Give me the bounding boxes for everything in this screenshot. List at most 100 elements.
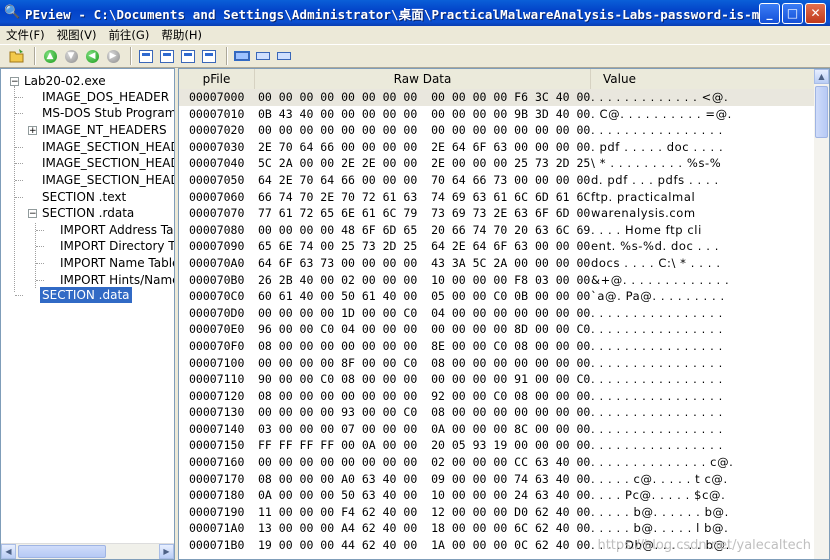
table-row[interactable]: 000070F0 08 00 00 00 00 00 00 00 8E 00 00… <box>179 338 815 355</box>
table-row[interactable]: 00007180 0A 00 00 00 50 63 40 00 10 00 00… <box>179 487 815 504</box>
table-row[interactable]: 00007070 77 61 72 65 6E 61 6C 79 73 69 73… <box>179 205 815 222</box>
scroll-thumb[interactable] <box>815 86 828 138</box>
tree-item-dos-stub[interactable]: MS-DOS Stub Program <box>42 105 174 121</box>
row-value: ftp. practicalmal <box>591 189 696 204</box>
table-row[interactable]: 00007190 11 00 00 00 F4 62 40 00 12 00 00… <box>179 504 815 521</box>
table-row[interactable]: 000070E0 96 00 00 C0 04 00 00 00 00 00 00… <box>179 321 815 338</box>
scroll-right-icon[interactable]: ▶ <box>159 544 174 559</box>
table-row[interactable]: 000071A0 13 00 00 00 A4 62 40 00 18 00 00… <box>179 520 815 537</box>
tree-item-import-hints-names[interactable]: IMPORT Hints/Names & DLL Names <box>60 272 174 288</box>
scroll-thumb[interactable] <box>18 545 106 558</box>
row-raw-data: 66 74 70 2E 70 72 61 63 74 69 63 61 6C 6… <box>258 189 591 204</box>
row-value: . . . . . . . . . . . . . . . . <box>591 388 723 403</box>
tree-item-root[interactable]: Lab20-02.exe <box>24 73 106 89</box>
row-address: 00007180 <box>189 488 245 503</box>
collapse-icon[interactable]: − <box>10 77 19 87</box>
tree-item-import-address-table[interactable]: IMPORT Address Table <box>60 222 174 238</box>
tree-guide-line <box>15 163 23 164</box>
maximize-button[interactable]: □ <box>782 2 803 24</box>
scroll-left-icon[interactable]: ◀ <box>1 544 16 559</box>
table-row[interactable]: 00007120 08 00 00 00 00 00 00 00 92 00 00… <box>179 388 815 405</box>
green-arrow-forward-icon[interactable]: ◀ <box>83 47 101 65</box>
table-row[interactable]: 000070C0 60 61 40 00 50 61 40 00 05 00 00… <box>179 288 815 305</box>
menu-view[interactable]: 视图(V) <box>51 27 103 43</box>
tree-item-nt-headers[interactable]: IMAGE_NT_HEADERS <box>42 122 167 138</box>
export-icon[interactable] <box>200 47 218 65</box>
view-dwords-icon[interactable] <box>275 47 293 65</box>
tree-guide-line <box>36 263 44 264</box>
row-value: . . . . . . . . . . . . . . . . <box>591 123 723 138</box>
structure-tree[interactable]: − Lab20-02.exe IMAGE_DOS_HEADER MS-DOS S… <box>0 68 175 560</box>
row-address: 000070D0 <box>189 305 245 320</box>
gray-arrow-forward-icon[interactable]: ▶ <box>104 47 122 65</box>
green-arrow-back-icon[interactable]: ▲ <box>41 47 59 65</box>
tree-item-dos-header[interactable]: IMAGE_DOS_HEADER <box>42 89 169 105</box>
save-icon[interactable] <box>137 47 155 65</box>
open-folder-icon[interactable] <box>8 47 26 65</box>
table-row[interactable]: 00007030 2E 70 64 66 00 00 00 00 2E 64 6F… <box>179 139 815 156</box>
table-row[interactable]: 00007020 00 00 00 00 00 00 00 00 00 00 00… <box>179 122 815 139</box>
table-row[interactable]: 00007170 08 00 00 00 A0 63 40 00 09 00 00… <box>179 471 815 488</box>
table-row[interactable]: 00007040 5C 2A 00 00 2E 2E 00 00 2E 00 00… <box>179 155 815 172</box>
row-raw-data: 13 00 00 00 A4 62 40 00 18 00 00 00 6C 6… <box>258 521 591 536</box>
close-button[interactable]: ✕ <box>805 2 826 24</box>
scroll-up-icon[interactable]: ▲ <box>814 69 829 84</box>
row-address: 00007030 <box>189 139 245 154</box>
tree-guide-line <box>15 295 23 296</box>
column-header-value[interactable]: Value <box>591 69 815 89</box>
row-address: 000070B0 <box>189 272 245 287</box>
column-header-pfile[interactable]: pFile <box>179 69 255 89</box>
table-row[interactable]: 00007150 FF FF FF FF 00 0A 00 00 20 05 93… <box>179 437 815 454</box>
row-raw-data: 03 00 00 00 07 00 00 00 0A 00 00 00 8C 0… <box>258 421 591 436</box>
collapse-icon[interactable]: − <box>28 209 37 219</box>
table-row[interactable]: 000070A0 64 6F 63 73 00 00 00 00 43 3A 5C… <box>179 255 815 272</box>
tree-item-section-header-text[interactable]: IMAGE_SECTION_HEADER .text <box>42 139 174 155</box>
table-row[interactable]: 00007060 66 74 70 2E 70 72 61 63 74 69 63… <box>179 189 815 206</box>
view-bytes-icon[interactable] <box>233 47 251 65</box>
import-icon[interactable] <box>179 47 197 65</box>
table-row[interactable]: 00007050 64 2E 70 64 66 00 00 00 70 64 66… <box>179 172 815 189</box>
tree-item-section-header-rdata[interactable]: IMAGE_SECTION_HEADER .rdata <box>42 155 174 171</box>
row-address: 00007160 <box>189 455 245 470</box>
tree-horizontal-scrollbar[interactable]: ◀ ▶ <box>1 543 174 559</box>
row-address: 000071A0 <box>189 521 245 536</box>
row-address: 00007110 <box>189 372 245 387</box>
table-row[interactable]: 00007090 65 6E 74 00 25 73 2D 25 64 2E 64… <box>179 238 815 255</box>
menu-go[interactable]: 前往(G) <box>102 27 155 43</box>
tree-item-section-data[interactable]: SECTION .data <box>40 287 132 303</box>
table-row[interactable]: 000070B0 26 2B 40 00 02 00 00 00 10 00 00… <box>179 272 815 289</box>
table-row[interactable]: 00007130 00 00 00 00 93 00 00 C0 08 00 00… <box>179 404 815 421</box>
table-row[interactable]: 00007140 03 00 00 00 07 00 00 00 0A 00 00… <box>179 421 815 438</box>
toolbar-separator <box>130 47 132 65</box>
menu-file[interactable]: 文件(F) <box>0 27 51 43</box>
row-raw-data: 77 61 72 65 6E 61 6C 79 73 69 73 2E 63 6… <box>258 206 591 221</box>
tree-item-section-rdata[interactable]: SECTION .rdata <box>42 205 134 221</box>
tree-item-import-name-table[interactable]: IMPORT Name Table <box>60 255 174 271</box>
table-row[interactable]: 000070D0 00 00 00 00 1D 00 00 C0 04 00 00… <box>179 305 815 322</box>
expand-icon[interactable]: + <box>28 126 37 136</box>
table-row[interactable]: 00007000 00 00 00 00 00 00 00 00 00 00 00… <box>179 89 815 106</box>
table-row[interactable]: 00007100 00 00 00 00 8F 00 00 C0 08 00 00… <box>179 355 815 372</box>
row-raw-data: 19 00 00 00 44 62 40 00 1A 00 00 00 0C 6… <box>258 538 591 553</box>
tree-guide-line <box>15 113 23 114</box>
row-raw-data: 5C 2A 00 00 2E 2E 00 00 2E 00 00 00 25 7… <box>258 156 591 171</box>
table-row[interactable]: 00007110 90 00 00 C0 08 00 00 00 00 00 00… <box>179 371 815 388</box>
row-value: . . . . . . . . . . . . . <@. <box>591 90 729 104</box>
tree-item-section-header-data[interactable]: IMAGE_SECTION_HEADER .data <box>42 172 174 188</box>
goto-section-icon[interactable] <box>158 47 176 65</box>
minimize-button[interactable]: _ <box>759 2 780 24</box>
row-value: . . . . Home ftp cli <box>591 222 702 237</box>
column-header-raw-data[interactable]: Raw Data <box>255 69 591 89</box>
tree-item-section-text[interactable]: SECTION .text <box>42 189 126 205</box>
menu-help[interactable]: 帮助(H) <box>155 27 208 43</box>
gray-arrow-down-icon[interactable]: ▼ <box>62 47 80 65</box>
table-row[interactable]: 00007010 0B 43 40 00 00 00 00 00 00 00 00… <box>179 106 815 123</box>
grid-vertical-scrollbar[interactable]: ▲ <box>814 69 829 559</box>
table-row[interactable]: 00007080 00 00 00 00 48 6F 6D 65 20 66 74… <box>179 222 815 239</box>
tree-item-import-directory-table[interactable]: IMPORT Directory Table <box>60 238 174 254</box>
raw-data-view[interactable]: pFile Raw Data Value 00007000 00 00 00 00… <box>178 68 830 560</box>
table-row[interactable]: 00007160 00 00 00 00 00 00 00 00 02 00 00… <box>179 454 815 471</box>
view-words-icon[interactable] <box>254 47 272 65</box>
row-value: . . . . . . . . . . . . . . . . <box>591 305 723 320</box>
row-value: . . . . . . . . . . . . . . . . <box>591 438 723 453</box>
